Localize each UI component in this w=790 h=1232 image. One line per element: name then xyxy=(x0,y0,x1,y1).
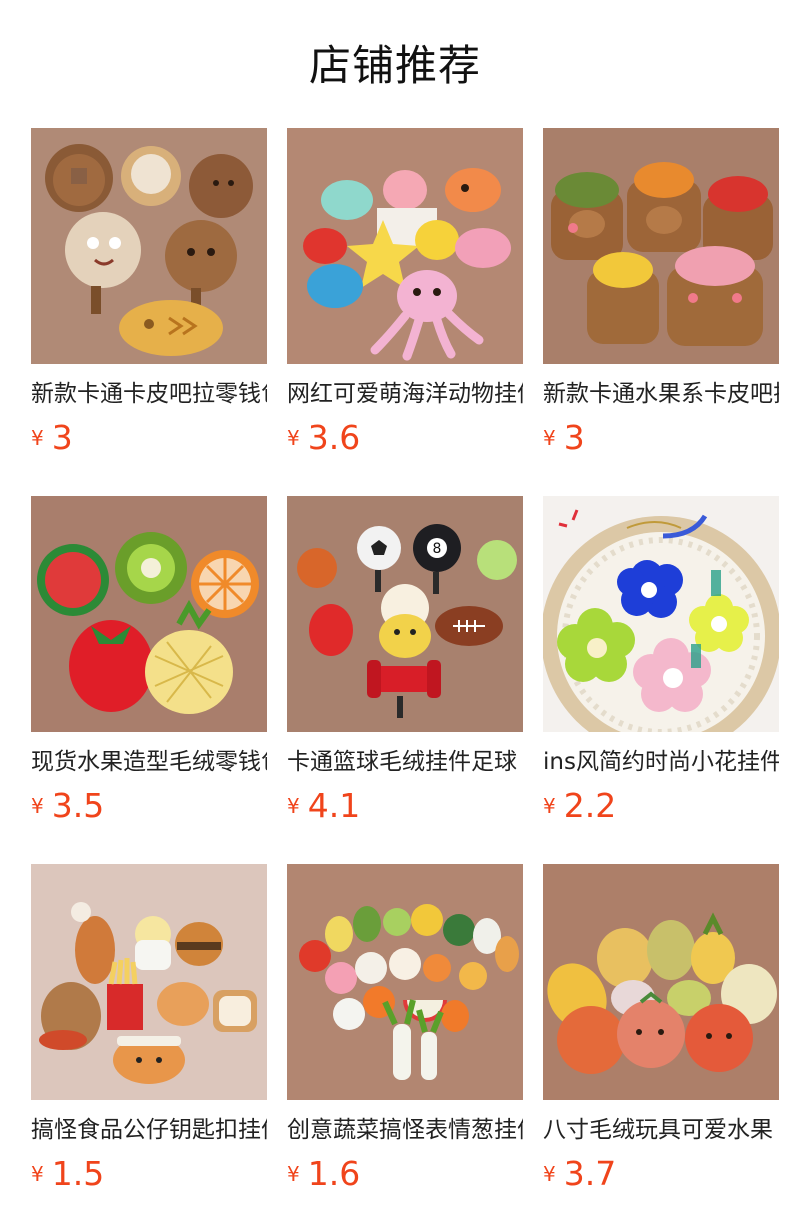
product-price: ¥3 xyxy=(31,416,73,460)
currency-symbol: ¥ xyxy=(543,426,556,450)
product-name[interactable]: 网红可爱萌海洋动物挂件 xyxy=(287,378,523,410)
price-value: 3 xyxy=(51,418,73,457)
product-name[interactable]: 八寸毛绒玩具可爱水果 xyxy=(543,1114,779,1146)
product-price: ¥2.2 xyxy=(543,784,616,828)
product-price: ¥1.5 xyxy=(31,1152,104,1196)
price-value: 4.1 xyxy=(307,786,361,825)
currency-symbol: ¥ xyxy=(543,794,556,818)
product-name[interactable]: 现货水果造型毛绒零钱包 xyxy=(31,746,267,778)
product-card[interactable]: 新款卡通水果系卡皮吧拉 ¥3 xyxy=(543,128,779,468)
currency-symbol: ¥ xyxy=(543,1162,556,1186)
price-value: 3.7 xyxy=(563,1154,617,1193)
product-card[interactable]: 搞怪食品公仔钥匙扣挂件 ¥1.5 xyxy=(31,864,267,1204)
currency-symbol: ¥ xyxy=(287,426,300,450)
product-card[interactable]: 新款卡通卡皮吧拉零钱包 ¥3 xyxy=(31,128,267,468)
currency-symbol: ¥ xyxy=(287,1162,300,1186)
product-card[interactable]: 8 卡通篮球毛绒挂件足球 ¥4.1 xyxy=(287,496,523,836)
currency-symbol: ¥ xyxy=(31,794,44,818)
product-image-fruit-purses[interactable] xyxy=(31,496,267,732)
product-card[interactable]: 现货水果造型毛绒零钱包 ¥3.5 xyxy=(31,496,267,836)
product-price: ¥3.7 xyxy=(543,1152,616,1196)
svg-text:8: 8 xyxy=(433,541,442,557)
product-image-vegetable-plush[interactable] xyxy=(287,864,523,1100)
product-card[interactable]: 网红可爱萌海洋动物挂件 ¥3.6 xyxy=(287,128,523,468)
price-value: 3.6 xyxy=(307,418,361,457)
currency-symbol: ¥ xyxy=(31,426,44,450)
product-image-flower-keychains[interactable] xyxy=(543,496,779,732)
price-value: 1.5 xyxy=(51,1154,105,1193)
product-name[interactable]: 创意蔬菜搞怪表情葱挂件 xyxy=(287,1114,523,1146)
product-image-sports-balls[interactable]: 8 xyxy=(287,496,523,732)
price-value: 3 xyxy=(563,418,585,457)
product-name[interactable]: ins风简约时尚小花挂件 xyxy=(543,746,779,778)
product-card[interactable]: 创意蔬菜搞怪表情葱挂件 ¥1.6 xyxy=(287,864,523,1204)
product-image-fruit-plush-toys[interactable] xyxy=(543,864,779,1100)
product-name[interactable]: 卡通篮球毛绒挂件足球 xyxy=(287,746,523,778)
product-price: ¥4.1 xyxy=(287,784,360,828)
product-name[interactable]: 新款卡通水果系卡皮吧拉 xyxy=(543,378,779,410)
product-card[interactable]: 八寸毛绒玩具可爱水果 ¥3.7 xyxy=(543,864,779,1204)
product-price: ¥3.5 xyxy=(31,784,104,828)
product-price: ¥3.6 xyxy=(287,416,360,460)
product-image-fruit-capybara[interactable] xyxy=(543,128,779,364)
product-price: ¥3 xyxy=(543,416,585,460)
price-value: 2.2 xyxy=(563,786,617,825)
product-card[interactable]: ins风简约时尚小花挂件 ¥2.2 xyxy=(543,496,779,836)
product-name[interactable]: 搞怪食品公仔钥匙扣挂件 xyxy=(31,1114,267,1146)
price-value: 3.5 xyxy=(51,786,105,825)
product-name[interactable]: 新款卡通卡皮吧拉零钱包 xyxy=(31,378,267,410)
product-image-capybara-purses[interactable] xyxy=(31,128,267,364)
currency-symbol: ¥ xyxy=(31,1162,44,1186)
page-title: 店铺推荐 xyxy=(308,41,481,90)
price-value: 1.6 xyxy=(307,1154,361,1193)
currency-symbol: ¥ xyxy=(287,794,300,818)
product-price: ¥1.6 xyxy=(287,1152,360,1196)
product-image-ocean-animals[interactable] xyxy=(287,128,523,364)
product-image-food-dolls[interactable] xyxy=(31,864,267,1100)
